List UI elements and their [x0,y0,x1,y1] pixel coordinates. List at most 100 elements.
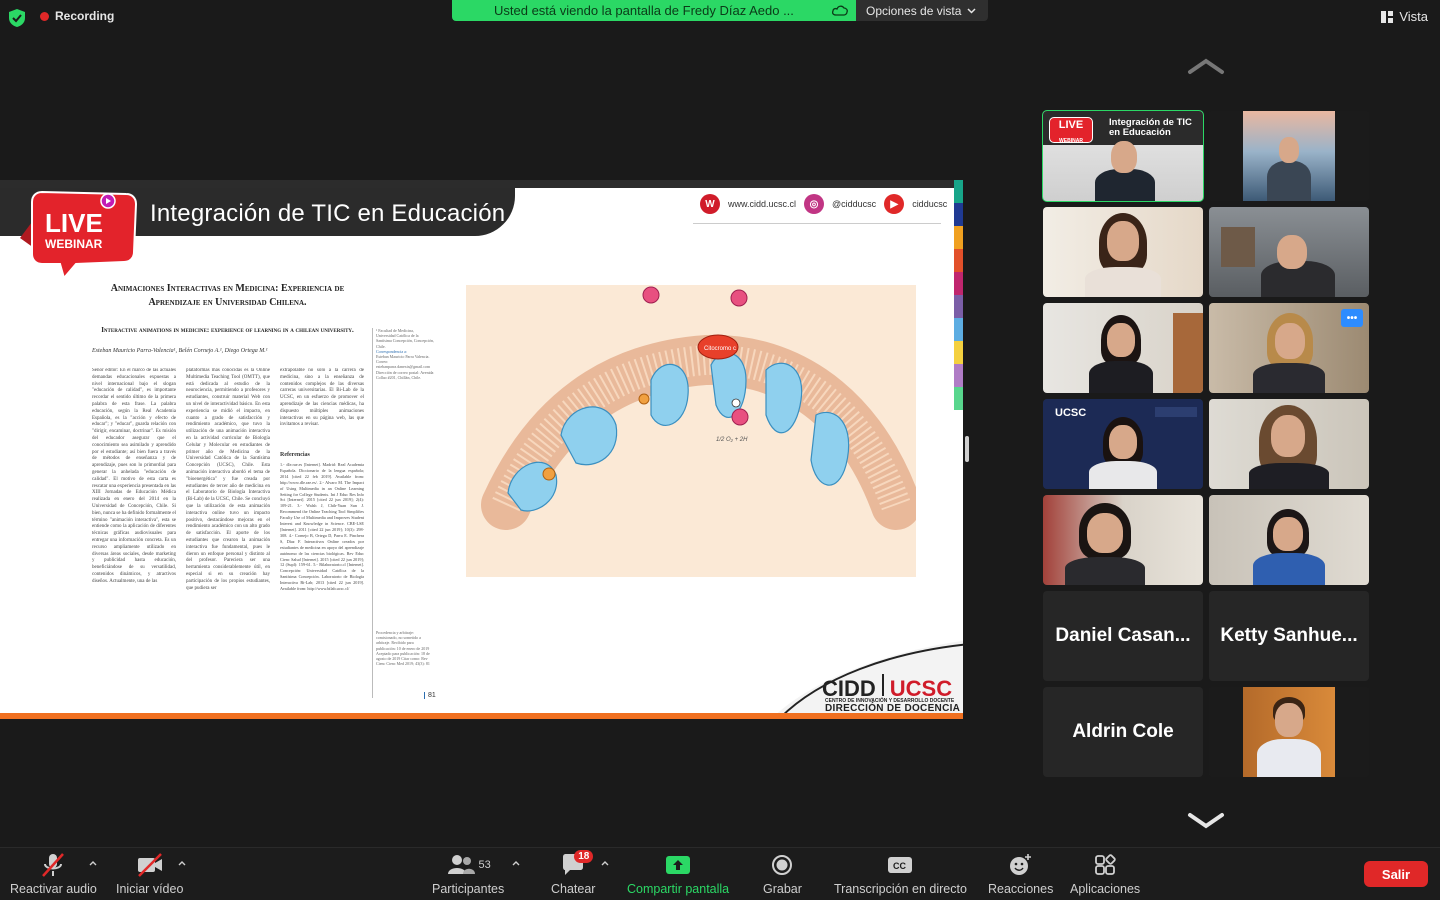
publication-info: Procedencia y arbitraje: comisionado, no… [376,630,430,667]
muted-microphone-icon [42,853,65,877]
slide-color-strip [954,180,963,410]
person-face [1279,137,1299,163]
gallery-scroll-up-icon[interactable] [1187,58,1225,76]
shared-screen-top-edge [0,180,963,188]
participants-button[interactable]: 53 Participantes [432,852,504,896]
participants-icon [447,855,475,874]
viewing-screen-banner: Usted está viendo la pantalla de Fredy D… [452,0,856,21]
person-face [1273,517,1303,551]
recording-dot-icon [40,11,49,21]
more-options-button[interactable]: ••• [1341,309,1363,327]
participant-video-host[interactable]: LIVE WEBINAR Integración de TIC en Educac… [1042,110,1204,202]
reactions-button[interactable]: Reacciones [988,852,1053,896]
audio-options-caret-icon[interactable] [89,860,97,866]
affiliation-text: ¹ Facultad de Medicina, Universidad Cató… [376,328,434,349]
participant-video[interactable] [1043,303,1203,393]
live-logo-top-text: LIVE [45,208,103,238]
article-authors: Esteban Mauricio Parra-Valencia¹, Belén … [92,348,268,354]
unmute-button[interactable]: Reactivar audio [10,852,97,896]
viewing-screen-text: Usted está viendo la pantalla de Fredy D… [494,3,794,18]
start-video-button[interactable]: Iniciar vídeo [116,852,183,896]
zoom-meeting-window: Recording Usted está viendo la pantalla … [0,0,1440,900]
participant-video[interactable]: ••• [1209,303,1369,393]
video-options-caret-icon[interactable] [178,860,186,866]
participant-video[interactable] [1209,399,1369,489]
meeting-toolbar: Reactivar audio Iniciar vídeo 53 Partici… [0,847,1440,900]
person-body [1257,739,1321,777]
participants-label: Participantes [432,882,505,896]
participant-video[interactable] [1043,207,1203,297]
references-heading: Referencias [280,452,310,458]
article-column-2: plataformas más conocidas es la Online M… [186,368,270,591]
article-subtitle: Interactive animations in medicine: expe… [101,326,354,334]
person-face [1271,415,1305,457]
host-overlay-title: Integración de TIC en Educación [1109,117,1192,138]
live-badge-bottom: WEBINAR [1059,138,1083,144]
video-off-icon [137,853,162,877]
participant-video[interactable] [1209,687,1369,777]
cc-text: CC [893,861,906,871]
youtube-text: cidducsc [912,199,948,209]
live-badge-top: LIVE [1058,119,1084,131]
person-body [1085,267,1161,297]
participant-video[interactable]: UCSC [1043,399,1203,489]
shield-icon[interactable] [9,9,25,27]
person-body [1089,361,1153,393]
person-body [1089,461,1157,489]
participant-video[interactable] [1209,495,1369,585]
participant-tile-aldrin[interactable]: Aldrin Cole [1043,687,1203,777]
view-label: Vista [1399,9,1428,24]
participants-options-caret-icon[interactable] [512,860,520,866]
participant-name: Ketty Sanhue... [1220,625,1358,646]
person-face [1275,323,1305,359]
participant-name: Daniel Casan... [1055,625,1191,646]
gallery-scroll-down-icon[interactable] [1187,811,1225,829]
person-body [1065,557,1145,585]
live-badge: LIVE WEBINAR [1049,117,1093,144]
view-options-label: Opciones de vista [866,3,962,18]
view-options-dropdown[interactable]: Opciones de vista [856,0,988,21]
divider [693,223,941,224]
participant-video[interactable] [1209,111,1369,201]
person-face [1107,221,1139,261]
cell-membrane-illustration: Citocromo c 1/2 O₂ + 2H [466,285,916,577]
apps-icon [1095,854,1116,875]
share-screen-label: Compartir pantalla [627,882,730,896]
slide-title: Integración de TIC en Educación [150,200,506,227]
chat-button[interactable]: 18 Chatear [551,850,595,896]
banner-graphic [1155,407,1197,417]
shelf [1221,227,1255,267]
chat-unread-badge: 18 [574,850,594,863]
closed-captions-icon: CC [888,857,913,873]
participant-video[interactable] [1209,207,1369,297]
record-button[interactable]: Grabar [763,852,802,896]
share-screen-button[interactable]: Compartir pantalla [627,852,729,896]
social-links: W www.cidd.ucsc.cl ◎ @cidducsc ▶ cidducs… [700,194,947,214]
correspondence-text: Esteban Mauricio Parra Valencia. Correo:… [376,354,434,380]
youtube-icon: ▶ [884,194,905,214]
live-transcript-button[interactable]: CC Transcripción en directo [834,852,967,896]
person-face [1087,513,1123,553]
person-face [1277,235,1307,269]
chat-options-caret-icon[interactable] [601,860,609,866]
slide-bottom-bar [0,713,963,719]
instagram-text: @cidducsc [832,199,877,209]
participant-tile-daniel[interactable]: Daniel Casan... [1043,591,1203,681]
participant-video[interactable] [1043,495,1203,585]
website-icon: W [700,194,720,214]
leave-meeting-button[interactable]: Salir [1364,861,1428,887]
page-number: 81 [424,692,436,699]
apps-button[interactable]: Aplicaciones [1070,852,1140,896]
recording-indicator[interactable]: Recording [40,9,114,23]
person-face [1109,425,1137,459]
shared-screen[interactable]: Integración de TIC en Educación LIVE WEB… [0,180,963,719]
participant-tile-ketty[interactable]: Ketty Sanhue... [1209,591,1369,681]
article-sidebar: ¹ Facultad de Medicina, Universidad Cató… [372,328,434,698]
split-resize-handle[interactable] [965,436,969,462]
person-face [1107,323,1135,357]
reactions-icon [1009,854,1031,875]
view-button[interactable]: Vista [1381,9,1428,24]
instagram-icon: ◎ [804,194,825,214]
protein-label: Citocromo c [704,346,736,352]
live-webinar-logo: LIVE WEBINAR [20,190,138,278]
